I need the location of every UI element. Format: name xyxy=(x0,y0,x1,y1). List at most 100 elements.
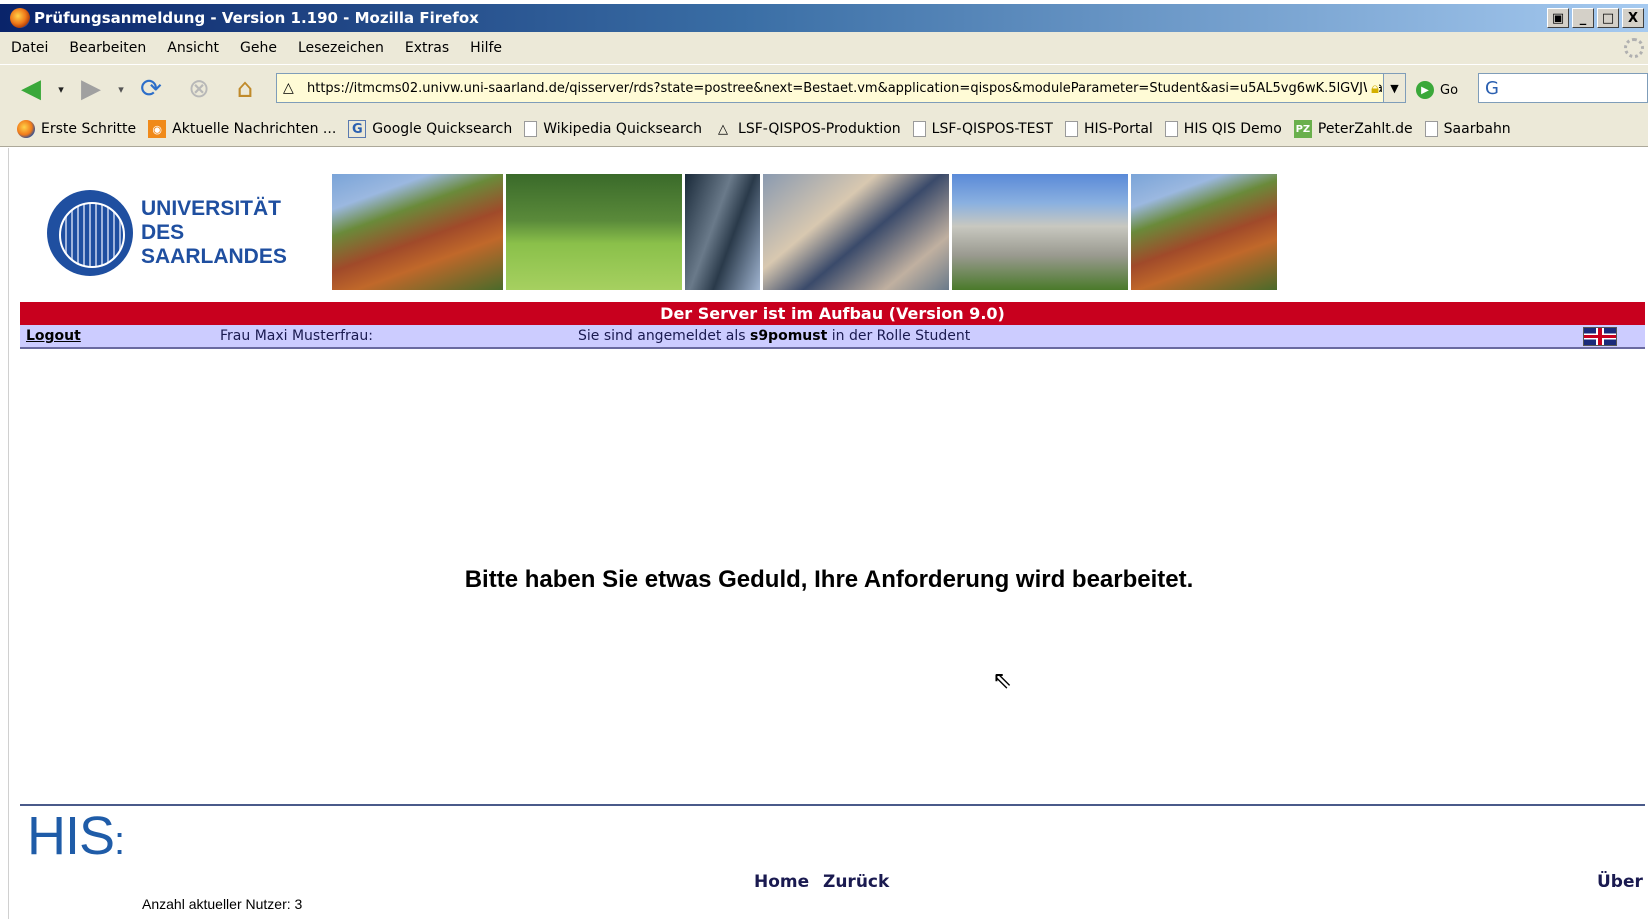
campus-building-photo xyxy=(1131,174,1277,290)
campus-building-photo xyxy=(332,174,503,290)
students-in-lab-photo xyxy=(763,174,949,290)
page-content: UNIVERSITÄT DES SAARLANDES Der Server is… xyxy=(8,148,1648,919)
bookmark-erste-schritte[interactable]: Erste Schritte xyxy=(17,120,136,138)
menu-bar: Datei Bearbeiten Ansicht Gehe Lesezeiche… xyxy=(0,32,1648,64)
close-button[interactable]: X xyxy=(1622,8,1644,28)
home-icon[interactable]: ⌂ xyxy=(230,74,260,104)
login-username: s9pomust xyxy=(749,328,828,344)
window-controls: ▣ _ □ X xyxy=(1547,8,1644,28)
footer-about-link[interactable]: Über xyxy=(1597,872,1643,892)
page-icon xyxy=(912,121,926,137)
footer-divider xyxy=(20,804,1645,806)
university-name-line: DES xyxy=(141,221,185,244)
menu-datei[interactable]: Datei xyxy=(11,40,48,56)
bookmark-label: HIS-Portal xyxy=(1083,121,1153,137)
bookmark-peterzahlt[interactable]: PZ PeterZahlt.de xyxy=(1293,120,1413,138)
site-identity-icon: △ xyxy=(283,80,294,96)
search-box[interactable]: G xyxy=(1478,73,1648,103)
throbber-icon xyxy=(1624,38,1644,58)
glass-tower-photo xyxy=(685,174,760,290)
login-status: Sie sind angemeldet als s9pomust in der … xyxy=(578,328,970,344)
university-name-line: UNIVERSITÄT xyxy=(141,197,282,220)
bookmark-label: Saarbahn xyxy=(1443,121,1511,137)
address-bar[interactable]: △ https://itmcms02.univw.uni-saarland.de… xyxy=(276,73,1406,103)
bookmark-label: Aktuelle Nachrichten ... xyxy=(172,121,337,137)
bookmark-his-qis-demo[interactable]: HIS QIS Demo xyxy=(1164,121,1282,137)
navigation-toolbar: ◀ ▾ ▶ ▾ ⟳ ⊗ ⌂ △ https://itmcms02.univw.u… xyxy=(0,64,1648,112)
go-label: Go xyxy=(1440,82,1459,98)
restore-tab-icon[interactable]: ▣ xyxy=(1547,8,1569,28)
bookmark-lsf-qispos-produktion[interactable]: △ LSF-QISPOS-Produktion xyxy=(714,120,901,138)
university-name: UNIVERSITÄT DES SAARLANDES xyxy=(141,197,287,269)
page-icon xyxy=(1424,121,1438,137)
bookmark-saarbahn[interactable]: Saarbahn xyxy=(1424,121,1511,137)
menu-ansicht[interactable]: Ansicht xyxy=(167,40,219,56)
google-search-engine-icon[interactable]: G xyxy=(1485,78,1499,99)
page-icon xyxy=(1164,121,1178,137)
firefox-icon xyxy=(17,120,35,138)
bookmark-label: Google Quicksearch xyxy=(372,121,513,137)
menu-lesezeichen[interactable]: Lesezeichen xyxy=(298,40,384,56)
reload-icon[interactable]: ⟳ xyxy=(136,74,166,104)
bookmark-aktuelle-nachrichten[interactable]: ◉ Aktuelle Nachrichten ... xyxy=(148,120,336,138)
go-arrow-icon: ▶ xyxy=(1416,81,1434,99)
firefox-icon xyxy=(10,8,30,28)
historic-hall-photo xyxy=(952,174,1128,290)
university-seal-icon xyxy=(47,190,133,276)
students-on-lawn-photo xyxy=(506,174,682,290)
english-language-flag-icon[interactable] xyxy=(1583,327,1617,346)
url-history-dropdown-icon[interactable]: ▼ xyxy=(1383,74,1405,102)
user-status-bar: Logout Frau Maxi Musterfrau: Sie sind an… xyxy=(20,325,1645,349)
bookmark-label: LSF-QISPOS-TEST xyxy=(931,121,1053,137)
window-title: Prüfungsanmeldung - Version 1.190 - Mozi… xyxy=(34,9,479,27)
footer-home-link[interactable]: Home xyxy=(754,872,809,892)
bookmark-label: LSF-QISPOS-Produktion xyxy=(738,121,901,137)
bookmark-wikipedia-quicksearch[interactable]: Wikipedia Quicksearch xyxy=(524,121,702,137)
google-icon: G xyxy=(348,120,367,138)
page-icon xyxy=(524,121,538,137)
university-name-line: SAARLANDES xyxy=(141,245,287,268)
mouse-cursor-icon: ⇖ xyxy=(992,666,1013,694)
his-logo-dots-icon: : xyxy=(114,819,125,863)
header-photo-strip xyxy=(332,174,1277,290)
his-logo[interactable]: HIS: xyxy=(27,806,125,869)
back-arrow-icon[interactable]: ◀ xyxy=(16,74,46,104)
wait-message-text: Bitte haben Sie etwas Geduld, Ihre Anfor… xyxy=(464,566,1194,593)
minimize-button[interactable]: _ xyxy=(1572,8,1594,28)
bookmark-lsf-qispos-test[interactable]: LSF-QISPOS-TEST xyxy=(912,121,1053,137)
menu-extras[interactable]: Extras xyxy=(405,40,449,56)
rss-icon: ◉ xyxy=(148,120,167,138)
back-history-dropdown-icon[interactable]: ▾ xyxy=(54,74,68,104)
go-button[interactable]: ▶ Go xyxy=(1416,81,1458,99)
linux-icon: △ xyxy=(718,121,729,137)
his-logo-text: HIS xyxy=(27,806,115,866)
user-name: Frau Maxi Musterfrau: xyxy=(220,328,373,344)
menu-gehe[interactable]: Gehe xyxy=(240,40,277,56)
logout-link[interactable]: Logout xyxy=(26,328,81,344)
login-prefix: Sie sind angemeldet als xyxy=(578,328,750,344)
bookmark-google-quicksearch[interactable]: G Google Quicksearch xyxy=(348,120,512,138)
bookmark-his-portal[interactable]: HIS-Portal xyxy=(1064,121,1153,137)
university-logo[interactable]: UNIVERSITÄT DES SAARLANDES xyxy=(47,190,287,276)
bookmark-label: Wikipedia Quicksearch xyxy=(543,121,703,137)
forward-history-dropdown-icon[interactable]: ▾ xyxy=(114,74,128,104)
pz-icon: PZ xyxy=(1293,120,1312,138)
forward-arrow-icon[interactable]: ▶ xyxy=(76,74,106,104)
wait-message: Bitte haben Sie etwas Geduld, Ihre Anfor… xyxy=(9,566,1648,594)
url-text[interactable]: https://itmcms02.univw.uni-saarland.de/q… xyxy=(307,81,1400,96)
page-icon xyxy=(1064,121,1078,137)
menu-hilfe[interactable]: Hilfe xyxy=(470,40,502,56)
menu-bearbeiten[interactable]: Bearbeiten xyxy=(69,40,146,56)
footer-back-link[interactable]: Zurück xyxy=(823,872,889,892)
server-status-banner: Der Server ist im Aufbau (Version 9.0) xyxy=(20,302,1645,325)
bookmark-label: PeterZahlt.de xyxy=(1317,121,1413,137)
maximize-button[interactable]: □ xyxy=(1597,8,1619,28)
padlock-icon[interactable]: 🔒︎ xyxy=(1367,79,1379,97)
active-user-count: Anzahl aktueller Nutzer: 3 xyxy=(142,896,303,912)
login-suffix: in der Rolle Student xyxy=(827,328,971,344)
bookmarks-toolbar: Erste Schritte ◉ Aktuelle Nachrichten ...… xyxy=(0,112,1648,147)
stop-icon[interactable]: ⊗ xyxy=(184,74,214,104)
window-titlebar: Prüfungsanmeldung - Version 1.190 - Mozi… xyxy=(0,4,1648,32)
bookmark-label: HIS QIS Demo xyxy=(1183,121,1282,137)
bookmark-label: Erste Schritte xyxy=(41,121,137,137)
